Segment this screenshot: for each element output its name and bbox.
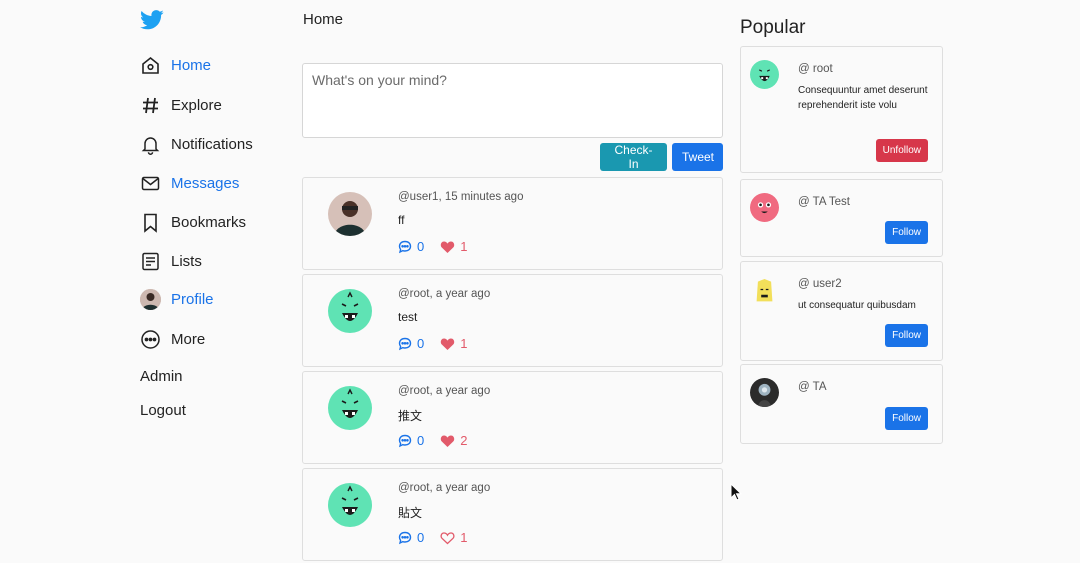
avatar[interactable] xyxy=(750,275,779,304)
tweet-actions: 0 1 xyxy=(398,239,467,254)
tweet-card[interactable]: @root, a year ago 推文 0 2 xyxy=(302,371,723,464)
tweet-actions: 0 1 xyxy=(398,336,467,351)
tweet-card[interactable]: @user1, 15 minutes ago ff 0 1 xyxy=(302,177,723,270)
envelope-icon xyxy=(140,173,161,194)
popular-user-card: @ TA Test Follow xyxy=(740,179,943,257)
comment-button[interactable]: 0 xyxy=(398,239,424,254)
comment-button[interactable]: 0 xyxy=(398,530,424,545)
checkin-button[interactable]: Check-In xyxy=(600,143,667,171)
nav-item-explore[interactable]: Explore xyxy=(140,91,222,119)
user-handle[interactable]: @ TA Test xyxy=(798,196,850,208)
heart-filled-icon xyxy=(441,338,455,350)
tweet-actions: 0 1 xyxy=(398,530,467,545)
comment-icon xyxy=(398,434,412,447)
page-title: Home xyxy=(303,11,344,28)
profile-avatar xyxy=(140,288,161,310)
like-button[interactable]: 1 xyxy=(440,530,467,545)
twitter-bird-icon[interactable] xyxy=(140,9,164,31)
nav-item-lists[interactable]: Lists xyxy=(140,247,202,275)
tweet-author[interactable]: @root, a year ago xyxy=(398,482,490,494)
tweet-button[interactable]: Tweet xyxy=(672,143,723,171)
nav-item-more[interactable]: More xyxy=(140,325,205,353)
bookmark-icon xyxy=(140,212,161,233)
tweet-author[interactable]: @root, a year ago xyxy=(398,385,490,397)
like-count: 1 xyxy=(460,239,468,254)
nav-item-label: Lists xyxy=(171,252,202,270)
avatar xyxy=(140,288,161,310)
bell-icon xyxy=(140,134,161,155)
nav-item-label: Home xyxy=(171,56,212,74)
avatar[interactable] xyxy=(750,193,779,222)
avatar[interactable] xyxy=(750,378,779,407)
tweet-card[interactable]: @root, a year ago 貼文 0 1 xyxy=(302,468,723,561)
follow-button[interactable]: Follow xyxy=(885,324,928,347)
user-handle[interactable]: @ user2 xyxy=(798,278,842,290)
tweet-composer-input[interactable] xyxy=(302,63,723,138)
popular-user-card: @ root Consequuntur amet deserunt repreh… xyxy=(740,46,943,173)
nav-item-label: Notifications xyxy=(171,135,253,153)
tweet-actions: 0 2 xyxy=(398,433,467,448)
nav-item-bookmarks[interactable]: Bookmarks xyxy=(140,208,246,236)
comment-icon xyxy=(398,531,412,544)
follow-button[interactable]: Follow xyxy=(885,221,928,244)
more-icon xyxy=(140,329,161,350)
like-button[interactable]: 1 xyxy=(440,336,467,351)
heart-filled-icon xyxy=(441,241,455,253)
like-button[interactable]: 1 xyxy=(440,239,467,254)
comment-button[interactable]: 0 xyxy=(398,336,424,351)
nav-item-home[interactable]: Home xyxy=(140,51,211,79)
comment-icon xyxy=(398,337,412,350)
avatar[interactable] xyxy=(328,386,372,430)
logout-link[interactable]: Logout xyxy=(140,396,186,424)
nav-item-label: More xyxy=(171,330,206,348)
tweet-card[interactable]: @root, a year ago test 0 1 xyxy=(302,274,723,367)
tweet-author[interactable]: @root, a year ago xyxy=(398,288,490,300)
comment-count: 0 xyxy=(417,530,425,545)
avatar[interactable] xyxy=(328,192,372,236)
nav-item-label: Explore xyxy=(171,96,222,114)
user-bio: ut consequatur quibusdam xyxy=(798,300,916,311)
nav-item-label: Profile xyxy=(171,290,214,308)
like-button[interactable]: 2 xyxy=(440,433,467,448)
nav-item-label: Messages xyxy=(171,174,240,192)
like-count: 1 xyxy=(460,336,468,351)
popular-user-card: @ TA Follow xyxy=(740,364,943,444)
like-count: 2 xyxy=(460,433,468,448)
nav-item-profile[interactable]: Profile xyxy=(140,285,214,313)
unfollow-button[interactable]: Unfollow xyxy=(875,139,928,162)
comment-icon xyxy=(398,240,412,253)
nav-item-messages[interactable]: Messages xyxy=(140,169,239,197)
user-bio: Consequuntur amet deserunt reprehenderit… xyxy=(798,85,928,111)
mouse-cursor-icon xyxy=(730,483,742,501)
avatar[interactable] xyxy=(328,289,372,333)
avatar[interactable] xyxy=(328,483,372,527)
hashtag-icon xyxy=(140,95,161,116)
comment-count: 0 xyxy=(417,239,425,254)
tweet-author[interactable]: @user1, 15 minutes ago xyxy=(398,191,523,203)
tweet-text: test xyxy=(398,310,418,324)
tweet-text: 貼文 xyxy=(398,506,423,520)
avatar[interactable] xyxy=(750,60,779,89)
user-handle[interactable]: @ root xyxy=(798,63,833,75)
comment-button[interactable]: 0 xyxy=(398,433,424,448)
comment-count: 0 xyxy=(417,336,425,351)
home-icon xyxy=(140,55,161,76)
comment-count: 0 xyxy=(417,433,425,448)
admin-link[interactable]: Admin xyxy=(140,362,183,390)
tweet-text: 推文 xyxy=(398,409,423,423)
heart-outline-icon xyxy=(440,531,455,544)
heart-filled-icon xyxy=(441,435,455,447)
popular-title: Popular xyxy=(740,17,806,38)
nav-item-notifications[interactable]: Notifications xyxy=(140,130,253,158)
tweet-text: ff xyxy=(398,213,405,227)
follow-button[interactable]: Follow xyxy=(885,407,928,430)
like-count: 1 xyxy=(460,530,468,545)
list-icon xyxy=(140,251,161,272)
nav-item-label: Bookmarks xyxy=(171,213,247,231)
user-handle[interactable]: @ TA xyxy=(798,381,827,393)
popular-user-card: @ user2 ut consequatur quibusdam Follow xyxy=(740,261,943,361)
